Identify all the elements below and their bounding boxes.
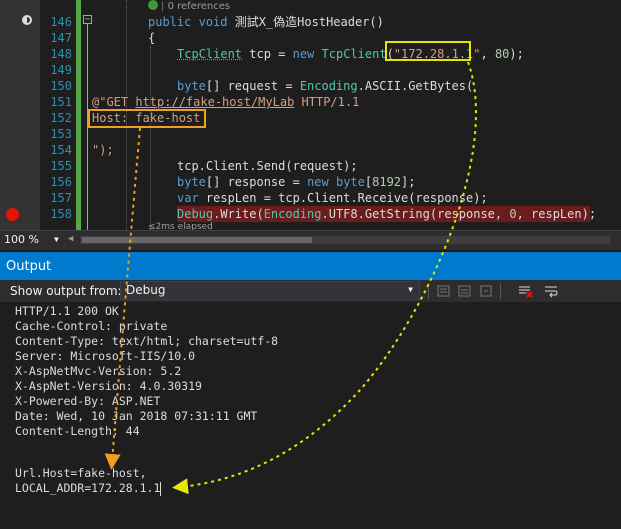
line-number-gutter: 146 147 148 149 150 151 152 153 154 155 … bbox=[40, 0, 76, 230]
zoom-level[interactable]: 100 % bbox=[4, 233, 39, 246]
host-highlight-box bbox=[88, 109, 206, 128]
line-number: 157 bbox=[50, 191, 72, 205]
ip-highlight-box bbox=[385, 41, 471, 61]
output-line: X-Powered-By: ASP.NET bbox=[15, 394, 161, 408]
code-line-154: "); bbox=[92, 143, 114, 157]
code-token: .UTF8.GetString(response, bbox=[321, 207, 510, 221]
code-token: byte bbox=[177, 79, 206, 93]
code-token: 80 bbox=[494, 47, 510, 61]
line-number: 151 bbox=[50, 95, 72, 109]
code-token: respLen = tcp.Client.Receive(response); bbox=[198, 191, 488, 205]
code-token: public bbox=[148, 15, 192, 29]
code-token: ]; bbox=[401, 175, 416, 189]
glyph-margin[interactable] bbox=[0, 0, 40, 230]
code-line-147: { bbox=[148, 31, 156, 45]
code-line-150: byte[] request = Encoding.ASCII.GetBytes… bbox=[177, 78, 473, 94]
show-output-label: Show output from: bbox=[10, 284, 122, 298]
breakpoint-icon[interactable] bbox=[6, 208, 19, 221]
collapse-toggle[interactable]: − bbox=[83, 15, 92, 25]
code-token: , bbox=[480, 47, 495, 61]
line-number: 152 bbox=[50, 111, 72, 125]
toolbar-separator bbox=[428, 283, 429, 299]
output-line: Content-Type: text/html; charset=utf-8 bbox=[15, 334, 279, 348]
perf-tip[interactable]: ≤2ms elapsed bbox=[148, 222, 213, 230]
code-line-156: byte[] response = new byte[8192]; bbox=[177, 174, 415, 190]
code-line-148: TcpClient tcp = new TcpClient("172.28.1.… bbox=[177, 46, 524, 62]
find-previous-icon[interactable] bbox=[436, 283, 452, 299]
line-number: 154 bbox=[50, 143, 72, 157]
code-token: @"GET bbox=[92, 95, 136, 109]
code-token: .ASCII.GetBytes( bbox=[357, 79, 474, 93]
text-caret bbox=[160, 481, 162, 496]
code-token: TcpClient bbox=[321, 47, 387, 61]
code-line-146: public void 測試X_偽造HostHeader() bbox=[148, 14, 384, 30]
code-token: Encoding bbox=[263, 207, 322, 221]
output-text-area[interactable]: HTTP/1.1 200 OK Cache-Control: private C… bbox=[0, 302, 621, 529]
output-source-value: Debug bbox=[126, 283, 166, 297]
code-token: new bbox=[307, 175, 329, 189]
line-number: 148 bbox=[50, 47, 72, 61]
output-line: Date: Wed, 10 Jan 2018 07:31:11 GMT bbox=[15, 409, 258, 423]
contrast-icon bbox=[22, 15, 32, 25]
output-line: Server: Microsoft-IIS/10.0 bbox=[15, 349, 196, 363]
method-name: 測試X_偽造HostHeader() bbox=[234, 15, 384, 29]
code-token: byte bbox=[177, 175, 206, 189]
line-number: 153 bbox=[50, 127, 72, 141]
line-number: 149 bbox=[50, 63, 72, 77]
line-number: 150 bbox=[50, 79, 72, 93]
code-token: HTTP/1.1 bbox=[294, 95, 360, 109]
code-token: Debug bbox=[177, 207, 214, 221]
output-toolbar: Show output from: Debug ▼ bbox=[0, 280, 621, 302]
output-line: Url.Host=fake-host, bbox=[15, 466, 147, 480]
line-number: 156 bbox=[50, 175, 72, 189]
chevron-down-icon[interactable]: ▼ bbox=[54, 235, 59, 244]
code-line-155: tcp.Client.Send(request); bbox=[177, 159, 358, 173]
find-next-icon[interactable] bbox=[457, 283, 473, 299]
code-token: , respLen); bbox=[516, 207, 597, 221]
line-number: 146 bbox=[50, 15, 72, 29]
code-token: [] response = bbox=[205, 175, 308, 189]
url-link[interactable]: http://fake-host/MyLab bbox=[135, 95, 294, 109]
word-wrap-icon[interactable] bbox=[543, 283, 559, 299]
editor-status-row: 100 % ▼ ◀ bbox=[0, 230, 621, 250]
code-line-158: Debug.Write(Encoding.UTF8.GetString(resp… bbox=[177, 206, 596, 222]
output-line-text: LOCAL_ADDR=172.28.1.1 bbox=[15, 481, 161, 495]
code-token: tcp = bbox=[242, 47, 293, 61]
code-token: TcpClient bbox=[177, 47, 243, 61]
code-token: .Write( bbox=[213, 207, 264, 221]
output-line-last: LOCAL_ADDR=172.28.1.1 bbox=[15, 481, 162, 496]
horizontal-scrollbar[interactable] bbox=[80, 236, 610, 244]
code-line-157: var respLen = tcp.Client.Receive(respons… bbox=[177, 190, 488, 206]
output-line: X-AspNetMvc-Version: 5.2 bbox=[15, 364, 182, 378]
scrollbar-thumb[interactable] bbox=[82, 237, 312, 243]
code-line-151: @"GET http://fake-host/MyLab HTTP/1.1 bbox=[92, 94, 359, 110]
toolbar-separator bbox=[500, 283, 501, 299]
output-line: HTTP/1.1 200 OK bbox=[15, 304, 119, 318]
output-title: Output bbox=[6, 259, 52, 274]
line-number: 155 bbox=[50, 159, 72, 173]
output-pane-header[interactable]: Output bbox=[0, 252, 621, 280]
code-token: void bbox=[198, 15, 228, 29]
output-source-select[interactable]: Debug ▼ bbox=[120, 281, 420, 300]
code-token: var bbox=[177, 191, 199, 205]
line-number: 147 bbox=[50, 31, 72, 45]
scroll-left-icon[interactable]: ◀ bbox=[68, 234, 73, 244]
code-token: ); bbox=[509, 47, 524, 61]
clear-all-icon[interactable] bbox=[517, 283, 533, 299]
code-token: 0 bbox=[509, 207, 517, 221]
output-line: X-AspNet-Version: 4.0.30319 bbox=[15, 379, 202, 393]
change-tracking-bar bbox=[76, 0, 81, 230]
output-line: Cache-Control: private bbox=[15, 319, 168, 333]
code-token: Encoding bbox=[299, 79, 358, 93]
code-token: 8192 bbox=[372, 175, 402, 189]
chevron-down-icon: ▼ bbox=[408, 285, 413, 294]
output-line: Content-Length: 44 bbox=[15, 424, 140, 438]
code-token: new bbox=[292, 47, 315, 61]
code-token: byte bbox=[335, 175, 365, 189]
line-number: 158 bbox=[50, 207, 72, 221]
code-token: [] request = bbox=[205, 79, 300, 93]
go-to-line-icon[interactable] bbox=[478, 283, 494, 299]
